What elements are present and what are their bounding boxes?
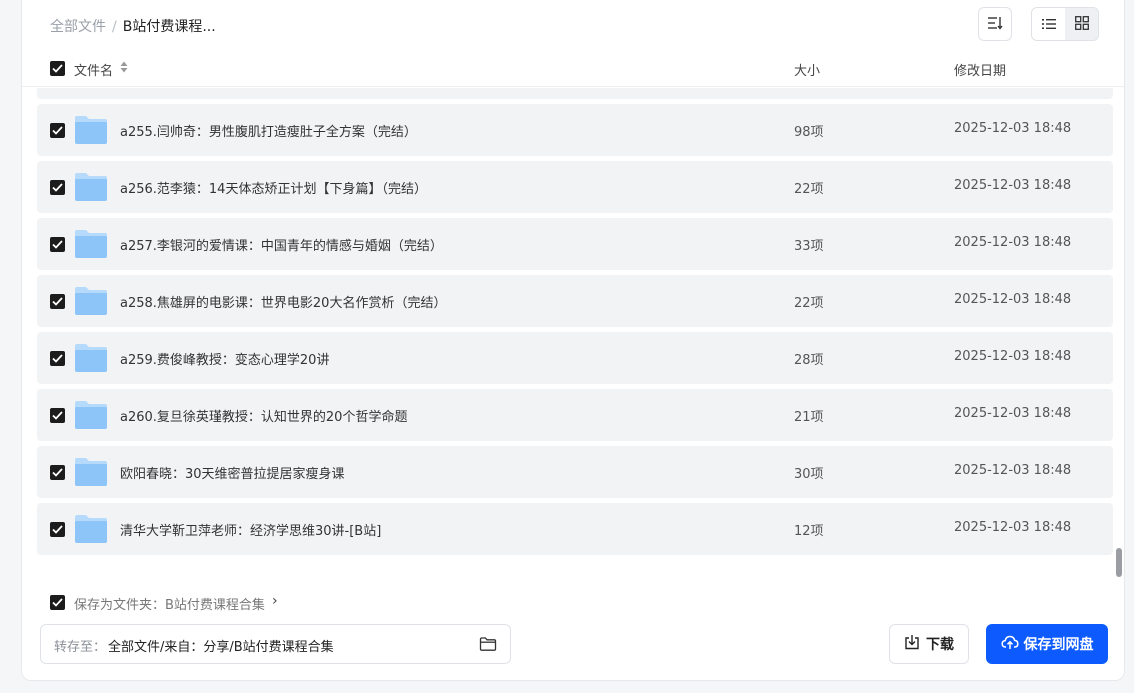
file-row[interactable]: a260.复旦徐英瑾教授：认知世界的20个哲学命题 21项 2025-12-03 1…	[37, 389, 1113, 441]
scrollbar-thumb[interactable]	[1116, 548, 1122, 577]
view-toggle	[1031, 7, 1099, 41]
file-row[interactable]: a254.闫帅奇女性马甲线打造减脂瘦肚子方案（完结）99项2025-12-03 …	[37, 87, 1113, 99]
file-date: 2025-12-03 18:48	[954, 463, 1072, 478]
file-list: a254.闫帅奇女性马甲线打造减脂瘦肚子方案（完结）99项2025-12-03 …	[22, 87, 1124, 580]
file-row[interactable]: 清华大学靳卫萍老师：经济学思维30讲-[B站] 12项 2025-12-03 18:…	[37, 503, 1113, 555]
file-date: 2025-12-03 18:48	[954, 121, 1072, 136]
file-date: 2025-12-03 18:48	[954, 178, 1072, 193]
sort-button[interactable]	[978, 7, 1012, 41]
folder-icon	[74, 114, 108, 150]
file-size: 33项	[794, 239, 824, 254]
folder-icon	[74, 342, 108, 378]
download-icon	[904, 634, 920, 654]
file-name[interactable]: 清华大学靳卫萍老师：经济学思维30讲-[B站]	[120, 520, 381, 539]
file-row[interactable]: a255.闫帅奇：男性腹肌打造瘦肚子全方案（完结） 98项 2025-12-03 1…	[37, 104, 1113, 156]
file-size: 30项	[794, 467, 824, 482]
file-name[interactable]: a258.焦雄屏的电影课：世界电影20大名作赏析（完结）	[120, 292, 446, 311]
file-name[interactable]: a257.李银河的爱情课：中国青年的情感与婚姻（完结）	[120, 235, 443, 254]
row-checkbox[interactable]	[50, 123, 65, 138]
file-size: 21项	[794, 410, 824, 425]
folder-icon	[74, 456, 108, 492]
file-name[interactable]: a255.闫帅奇：男性腹肌打造瘦肚子全方案（完结）	[120, 121, 417, 140]
save-as-folder-checkbox[interactable]	[50, 595, 65, 610]
column-date-header[interactable]: 修改日期	[954, 60, 1006, 79]
column-name-header[interactable]: 文件名	[74, 60, 113, 79]
file-size: 28项	[794, 353, 824, 368]
select-all-checkbox[interactable]	[50, 61, 65, 76]
file-row[interactable]: a258.焦雄屏的电影课：世界电影20大名作赏析（完结） 22项 2025-12-0…	[37, 275, 1113, 327]
folder-icon	[74, 228, 108, 264]
folder-icon	[74, 513, 108, 549]
breadcrumb-current: B站付费课程...	[122, 19, 216, 35]
file-row[interactable]: a256.范李猿：14天体态矫正计划【下身篇】（完结） 22项 2025-12-03…	[37, 161, 1113, 213]
row-checkbox[interactable]	[50, 351, 65, 366]
save-as-folder-label: 保存为文件夹：B站付费课程合集	[74, 598, 265, 613]
grid-view-icon	[1074, 15, 1089, 34]
column-size-header[interactable]: 大小	[794, 60, 820, 79]
file-date: 2025-12-03 18:48	[954, 349, 1072, 364]
save-to-drive-button[interactable]: 保存到网盘	[986, 624, 1108, 664]
row-checkbox[interactable]	[50, 408, 65, 423]
row-checkbox[interactable]	[50, 180, 65, 195]
file-row[interactable]: a257.李银河的爱情课：中国青年的情感与婚姻（完结） 33项 2025-12-03…	[37, 218, 1113, 270]
file-name[interactable]: a259.费俊峰教授：变态心理学20讲	[120, 349, 329, 368]
file-browser-panel: a254.闫帅奇女性马甲线打造减脂瘦肚子方案（完结）99项2025-12-03 …	[21, 0, 1125, 681]
file-date: 2025-12-03 18:48	[954, 520, 1072, 535]
row-checkbox[interactable]	[50, 465, 65, 480]
file-name[interactable]: a256.范李猿：14天体态矫正计划【下身篇】（完结）	[120, 178, 427, 197]
breadcrumb-separator: /	[112, 19, 117, 35]
file-row[interactable]: a259.费俊峰教授：变态心理学20讲 28项 2025-12-03 18:48	[37, 332, 1113, 384]
sort-toggle-icon[interactable]	[120, 61, 128, 77]
row-checkbox[interactable]	[50, 237, 65, 252]
folder-outline-icon[interactable]	[479, 636, 497, 656]
breadcrumb-root[interactable]: 全部文件	[50, 19, 106, 35]
breadcrumb: 全部文件 / B站付费课程...	[50, 16, 216, 36]
file-size: 22项	[794, 296, 824, 311]
download-label: 下载	[926, 637, 954, 653]
footer: 保存为文件夹：B站付费课程合集 › 转存至： 全部文件/来自：分享/B站付费课程…	[22, 580, 1124, 680]
file-name[interactable]: 欧阳春晓：30天维密普拉提居家瘦身课	[120, 463, 345, 482]
header-area: 全部文件 / B站付费课程... 文件名 大小 修改日期	[22, 0, 1124, 88]
folder-icon	[74, 171, 108, 207]
column-header: 文件名 大小 修改日期	[22, 55, 1124, 83]
row-checkbox[interactable]	[50, 294, 65, 309]
folder-icon	[74, 399, 108, 435]
row-checkbox[interactable]	[50, 522, 65, 537]
list-view-button[interactable]	[1032, 8, 1065, 40]
destination-prefix: 转存至：	[54, 640, 107, 655]
file-row[interactable]: 欧阳春晓：30天维密普拉提居家瘦身课 30项 2025-12-03 18:48	[37, 446, 1113, 498]
file-date: 2025-12-03 18:48	[954, 292, 1072, 307]
header-divider	[22, 86, 1124, 87]
list-view-icon	[1041, 15, 1056, 34]
save-to-drive-label: 保存到网盘	[1023, 637, 1094, 653]
file-size: 98项	[794, 125, 824, 140]
file-date: 2025-12-03 18:48	[954, 235, 1072, 250]
file-date: 2025-12-03 18:48	[954, 406, 1072, 421]
file-size: 22项	[794, 182, 824, 197]
file-size: 12项	[794, 524, 824, 539]
destination-selector[interactable]: 转存至： 全部文件/来自：分享/B站付费课程合集	[40, 624, 511, 664]
sort-lines-icon	[987, 15, 1003, 34]
download-button[interactable]: 下载	[889, 624, 969, 664]
chevron-right-icon[interactable]: ›	[272, 593, 278, 609]
grid-view-button[interactable]	[1065, 8, 1098, 40]
cloud-upload-icon	[1000, 634, 1019, 654]
file-name[interactable]: a260.复旦徐英瑾教授：认知世界的20个哲学命题	[120, 406, 407, 425]
destination-path: 全部文件/来自：分享/B站付费课程合集	[108, 640, 334, 655]
folder-icon	[74, 285, 108, 321]
